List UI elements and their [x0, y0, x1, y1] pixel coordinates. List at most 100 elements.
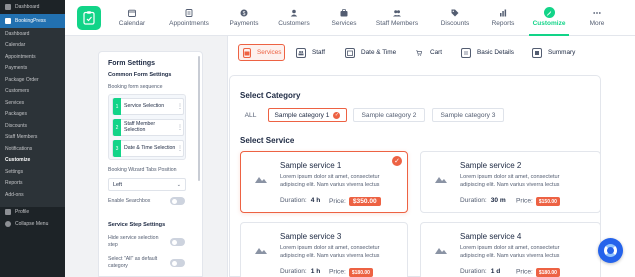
wp-submenu-settings[interactable]: Settings — [0, 166, 65, 178]
wp-submenu-staff-members[interactable]: Staff Members — [0, 131, 65, 143]
wp-submenu-add-ons[interactable]: Add-ons — [0, 189, 65, 201]
service-duration: Duration: 1 d — [460, 268, 500, 275]
hide-service-step-label: Hide service selection step — [108, 235, 159, 248]
panel-scrollbar[interactable] — [198, 56, 200, 181]
nav-discounts[interactable]: Discounts — [439, 0, 471, 36]
step-tab-date-time[interactable]: Date & Time — [345, 44, 396, 61]
wp-submenu-reports[interactable]: Reports — [0, 177, 65, 189]
price-badge: $180.00 — [348, 268, 373, 277]
duration-value: 1 d — [490, 268, 501, 275]
select-category-heading: Select Category — [240, 91, 301, 100]
sequence-item-service[interactable]: 1 Service Selection ⋮ — [112, 98, 184, 115]
hide-service-step-toggle[interactable] — [170, 238, 185, 246]
sequence-item-datetime[interactable]: 3 Date & Time Selection ⋮ — [112, 140, 184, 157]
wp-submenu-discounts[interactable]: Discounts — [0, 120, 65, 132]
nav-payments-label: Payments — [229, 20, 259, 27]
nav-services[interactable]: Services — [331, 0, 357, 36]
nav-more[interactable]: More — [583, 0, 611, 36]
nav-staff-members[interactable]: Staff Members — [375, 0, 419, 36]
step-tab-date-time-label: Date & Time — [361, 49, 397, 56]
category-chip-1[interactable]: Sample category 1 ✓ — [268, 108, 347, 122]
category-chip-2[interactable]: Sample category 2 — [353, 108, 425, 122]
duration-value: 4 h — [310, 197, 321, 204]
wp-submenu-package-order[interactable]: Package Order — [0, 74, 65, 86]
nav-calendar[interactable]: Calendar — [118, 0, 146, 36]
app-root: Dashboard BookingPress Dashboard Calenda… — [0, 0, 635, 277]
service-card-2[interactable]: Sample service 2 Lorem ipsum dolor sit a… — [420, 151, 601, 213]
nav-calendar-label: Calendar — [118, 20, 146, 27]
wp-submenu-dashboard[interactable]: Dashboard — [0, 28, 65, 40]
check-icon: ✓ — [333, 111, 341, 119]
service-card-3[interactable]: Sample service 3 Lorem ipsum dolor sit a… — [240, 222, 408, 277]
service-name: Sample service 3 — [280, 232, 342, 241]
nav-payments[interactable]: $ Payments — [228, 0, 260, 36]
duration-value: 30 m — [490, 197, 506, 204]
price-badge: $350.00 — [348, 197, 381, 206]
service-price: Price: $180.00 — [516, 268, 560, 277]
bookingpress-logo[interactable] — [77, 6, 101, 30]
select-service-heading: Select Service — [240, 136, 295, 145]
nav-reports[interactable]: Reports — [490, 0, 516, 36]
chevron-down-icon: ⌄ — [176, 182, 181, 188]
category-chip-3[interactable]: Sample category 3 — [432, 108, 504, 122]
tabs-position-label: Booking Wizard Tabs Position — [108, 167, 177, 173]
enable-searchbox-toggle[interactable] — [170, 197, 185, 205]
service-duration: Duration: 4 h — [280, 197, 320, 204]
service-description: Lorem ipsum dolor sit amet, consectetur … — [460, 174, 560, 188]
enable-searchbox-label: Enable Searchbox — [108, 198, 151, 204]
nav-discounts-label: Discounts — [440, 20, 470, 27]
wp-submenu-customize[interactable]: Customize — [0, 154, 65, 166]
wp-collapse-menu[interactable]: Collapse Menu — [0, 218, 65, 230]
category-chip-all[interactable]: ALL — [239, 108, 262, 122]
calendar-icon — [128, 9, 136, 17]
nav-more-label: More — [589, 20, 605, 27]
image-placeholder-icon — [254, 171, 268, 185]
step-tab-services-label: Services — [257, 49, 282, 56]
drag-handle-icon[interactable]: ⋮ — [177, 145, 183, 152]
nav-customize[interactable]: Customize — [529, 0, 569, 36]
service-step-heading: Service Step Settings — [108, 222, 166, 228]
nav-appointments-label: Appointments — [169, 20, 209, 27]
tabs-position-select[interactable]: Left ⌄ — [108, 178, 186, 191]
drag-handle-icon[interactable]: ⋮ — [177, 124, 183, 131]
wp-submenu-payments[interactable]: Payments — [0, 62, 65, 74]
sequence-item-staff[interactable]: 2 Staff Member Selection ⋮ — [112, 119, 184, 136]
service-name: Sample service 2 — [460, 161, 522, 170]
wp-submenu-calendar[interactable]: Calendar — [0, 39, 65, 51]
wp-menu-profile[interactable]: Profile — [0, 206, 65, 218]
step-tab-summary[interactable]: Summary — [532, 44, 575, 61]
wp-submenu-appointments[interactable]: Appointments — [0, 51, 65, 63]
wp-submenu-packages[interactable]: Packages — [0, 108, 65, 120]
logo-icon — [83, 11, 95, 25]
dashboard-icon — [5, 4, 11, 10]
nav-reports-label: Reports — [491, 20, 515, 27]
step-tab-services[interactable]: Services — [238, 44, 285, 61]
staff-icon — [393, 9, 401, 17]
wp-submenu-customers[interactable]: Customers — [0, 85, 65, 97]
services-icon — [340, 9, 348, 17]
wp-menu-bookingpress-label: BookingPress — [15, 18, 46, 24]
wp-menu-bookingpress[interactable]: BookingPress — [0, 14, 65, 28]
cart-icon — [414, 48, 424, 58]
image-placeholder-icon — [434, 171, 448, 185]
nav-appointments[interactable]: Appointments — [166, 0, 212, 36]
wp-submenu-notifications[interactable]: Notifications — [0, 143, 65, 155]
nav-services-label: Services — [331, 20, 357, 27]
drag-handle-icon[interactable]: ⋮ — [177, 103, 183, 110]
step-tab-basic-details[interactable]: Basic Details — [461, 44, 514, 61]
step-tab-staff[interactable]: Staff — [296, 44, 325, 61]
service-description: Lorem ipsum dolor sit amet, consectetur … — [280, 174, 380, 188]
select-all-default-toggle[interactable] — [170, 259, 185, 267]
select-all-default-label: Select "All" as default category — [108, 256, 158, 269]
discounts-icon — [451, 9, 459, 17]
nav-customers[interactable]: Customers — [278, 0, 310, 36]
wp-menu-dashboard[interactable]: Dashboard — [0, 0, 65, 14]
service-card-4[interactable]: Sample service 4 Lorem ipsum dolor sit a… — [420, 222, 601, 277]
wp-submenu-services[interactable]: Services — [0, 97, 65, 109]
service-card-1[interactable]: ✓ Sample service 1 Lorem ipsum dolor sit… — [240, 151, 408, 213]
help-button[interactable] — [598, 238, 623, 263]
tabs-position-value: Left — [113, 181, 122, 188]
step-tab-cart[interactable]: Cart — [414, 44, 442, 61]
price-label: Price: — [329, 198, 346, 205]
payments-icon: $ — [240, 9, 248, 17]
